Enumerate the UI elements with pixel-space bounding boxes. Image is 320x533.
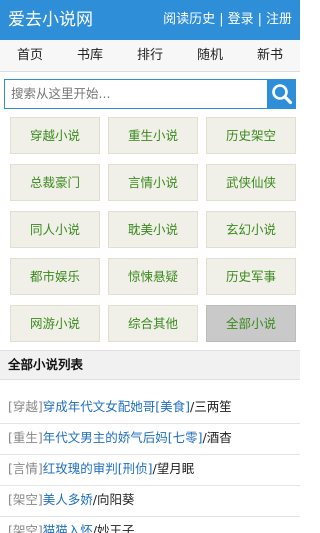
nav-item-new-books[interactable]: 新书	[240, 40, 300, 71]
reading-history-link[interactable]: 阅读历史	[163, 12, 215, 27]
category-lishi-junshi[interactable]: 历史军事	[206, 258, 296, 295]
nav-item-ranking[interactable]: 排行	[120, 40, 180, 71]
divider	[0, 423, 300, 424]
novel-title-link[interactable]: 年代文男主的娇气后妈[七零]	[43, 430, 203, 445]
nav-item-library[interactable]: 书库	[60, 40, 120, 71]
category-danmei[interactable]: 耽美小说	[108, 211, 198, 248]
top-header: 爱去小说网 阅读历史 | 登录 | 注册	[0, 0, 300, 40]
category-lishi-jiakong[interactable]: 历史架空	[206, 117, 296, 154]
category-wangyou[interactable]: 网游小说	[10, 305, 100, 342]
category-dushi-yule[interactable]: 都市娱乐	[10, 258, 100, 295]
novel-title-link[interactable]: 红玫瑰的审判[刑侦]	[43, 461, 153, 476]
author-link[interactable]: 向阳葵	[97, 492, 135, 507]
category-tongren[interactable]: 同人小说	[10, 211, 100, 248]
genre-tag[interactable]: [架空]	[8, 492, 43, 507]
login-link[interactable]: 登录	[228, 12, 254, 27]
list-item: [架空]猫猫入怀/妙王子	[8, 521, 135, 533]
list-item: [言情]红玫瑰的审判[刑侦]/望月眠	[8, 461, 195, 476]
genre-tag[interactable]: [重生]	[8, 430, 43, 445]
nav-item-home[interactable]: 首页	[0, 40, 60, 71]
divider	[0, 454, 300, 455]
category-yanqing[interactable]: 言情小说	[108, 164, 198, 201]
genre-tag[interactable]: [言情]	[8, 461, 43, 476]
header-links: 阅读历史 | 登录 | 注册	[163, 11, 292, 29]
separator: |	[219, 12, 224, 27]
novel-title-link[interactable]: 美人多娇	[43, 492, 93, 507]
search-icon	[272, 84, 293, 105]
divider	[0, 485, 300, 486]
list-heading: 全部小说列表	[0, 350, 300, 380]
author-link[interactable]: 妙王子	[97, 523, 135, 533]
nav-item-random[interactable]: 随机	[180, 40, 240, 71]
category-chuanyue[interactable]: 穿越小说	[10, 117, 100, 154]
separator: |	[257, 12, 262, 27]
category-chongsheng[interactable]: 重生小说	[108, 117, 198, 154]
main-nav: 首页 书库 排行 随机 新书	[0, 40, 300, 72]
list-item: [重生]年代文男主的娇气后妈[七零]/酒杳	[8, 430, 232, 445]
author-link[interactable]: 三两笙	[194, 399, 232, 414]
search-button[interactable]	[267, 79, 296, 109]
search-input[interactable]: 搜索从这里开始...	[4, 79, 268, 109]
author-link[interactable]: 酒杳	[207, 430, 232, 445]
category-zonghe-qita[interactable]: 综合其他	[108, 305, 198, 342]
category-wuxia-xianxia[interactable]: 武侠仙侠	[206, 164, 296, 201]
category-all[interactable]: 全部小说	[206, 305, 296, 342]
category-xuanhuan[interactable]: 玄幻小说	[206, 211, 296, 248]
genre-tag[interactable]: [穿越]	[8, 399, 43, 414]
search-bar: 搜索从这里开始...	[4, 79, 296, 109]
register-link[interactable]: 注册	[266, 12, 292, 27]
divider	[0, 516, 300, 517]
list-item: [穿越]穿成年代文女配她哥[美食]/三两笙	[8, 399, 232, 414]
category-jingsong-xuanyi[interactable]: 惊悚悬疑	[108, 258, 198, 295]
genre-tag[interactable]: [架空]	[8, 523, 43, 533]
novel-title-link[interactable]: 猫猫入怀	[43, 523, 93, 533]
novel-title-link[interactable]: 穿成年代文女配她哥[美食]	[43, 399, 190, 414]
category-zongcai-haomen[interactable]: 总裁豪门	[10, 164, 100, 201]
site-title[interactable]: 爱去小说网	[8, 9, 93, 31]
list-item: [架空]美人多娇/向阳葵	[8, 492, 135, 507]
author-link[interactable]: 望月眠	[157, 461, 195, 476]
